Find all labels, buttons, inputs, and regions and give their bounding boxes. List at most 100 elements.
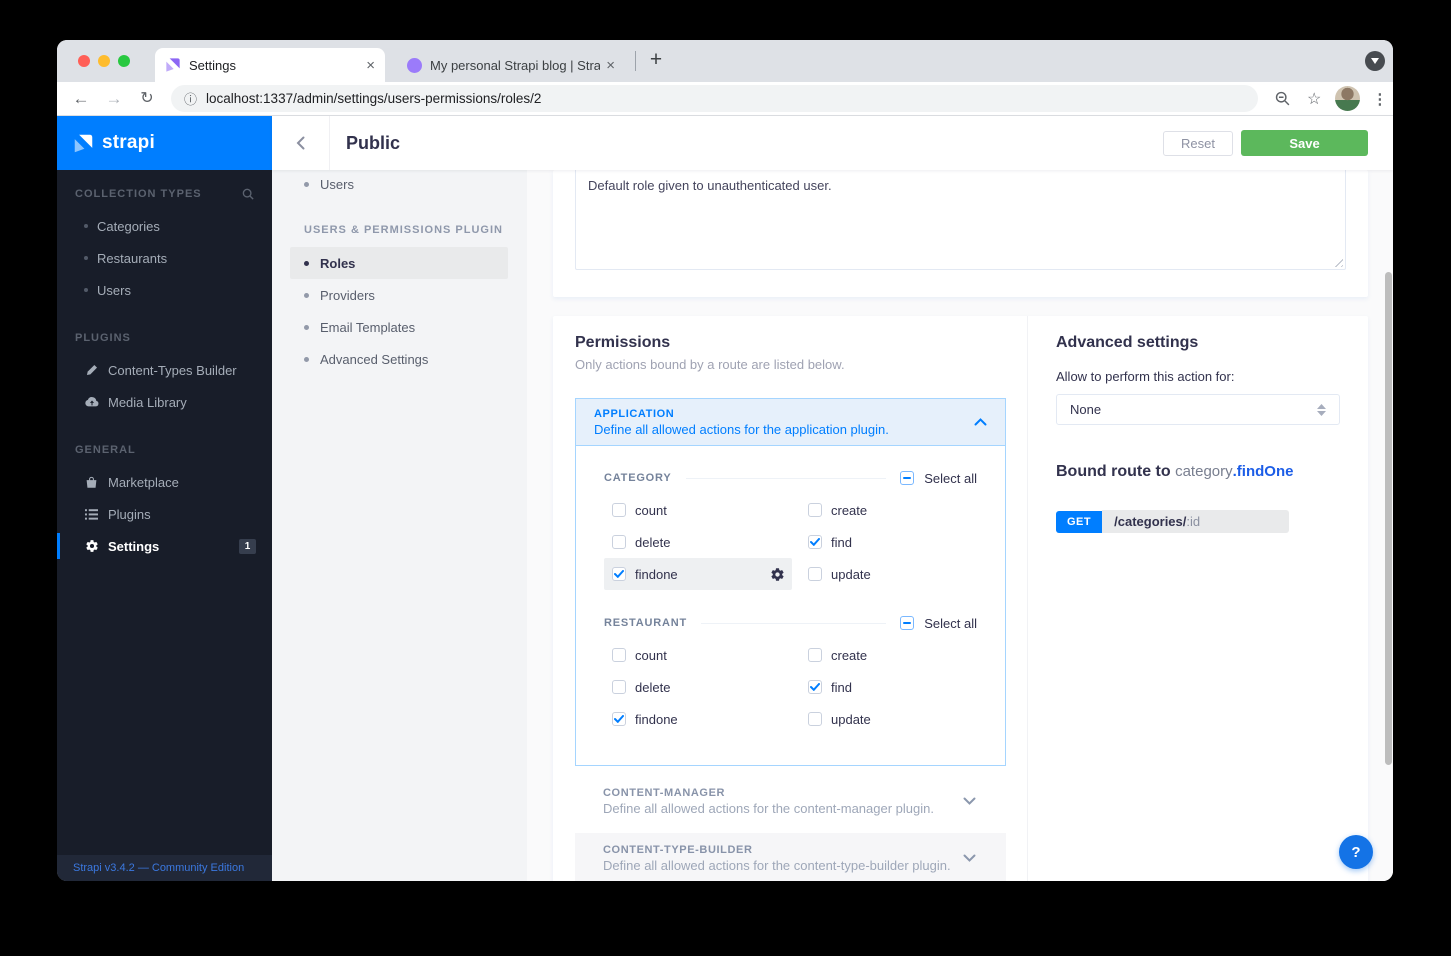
permission-group-category: CATEGORY Select all count create delete … <box>604 471 977 590</box>
back-icon[interactable]: ← <box>69 90 93 107</box>
page-scrollbar[interactable] <box>1385 272 1392 765</box>
reload-icon[interactable]: ↻ <box>135 90 159 107</box>
sidebar-item-media-library[interactable]: Media Library <box>57 386 272 418</box>
divider <box>685 477 887 479</box>
accordion-application-header[interactable]: APPLICATION Define all allowed actions f… <box>575 398 1006 446</box>
bound-route-row: GET /categories/:id <box>1056 510 1340 533</box>
back-button[interactable] <box>272 116 330 170</box>
section-general: GENERAL <box>75 444 136 456</box>
section-collection-types: COLLECTION TYPES <box>57 184 272 204</box>
checkbox[interactable] <box>808 712 822 726</box>
sidebar-item-content-types-builder[interactable]: Content-Types Builder <box>57 354 272 386</box>
accordion-content-type-builder[interactable]: CONTENT-TYPE-BUILDER Define all allowed … <box>575 833 1006 881</box>
address-bar[interactable]: ⓘ localhost:1337/admin/settings/users-pe… <box>171 85 1258 112</box>
save-button[interactable]: Save <box>1241 130 1368 156</box>
accordion-description: Define all allowed actions for the appli… <box>594 421 889 437</box>
tab-separator <box>635 51 636 71</box>
subnav-item-users[interactable]: Users <box>290 170 508 198</box>
advanced-settings-pane: Advanced settings Allow to perform this … <box>1028 316 1368 881</box>
permission-find: find <box>800 671 977 703</box>
basket-icon <box>84 476 99 489</box>
allow-action-label: Allow to perform this action for: <box>1056 369 1235 384</box>
brand-name: strapi <box>102 132 155 153</box>
tab-title: Settings <box>189 57 236 73</box>
accordion-description: Define all allowed actions for the conte… <box>603 857 951 873</box>
role-description-textarea[interactable]: Default role given to unauthenticated us… <box>575 170 1346 270</box>
bound-route-heading: Bound route to category.findOne <box>1056 463 1294 480</box>
group-name: RESTAURANT <box>604 617 687 629</box>
strapi-version-link[interactable]: Strapi v3.4.2 — Community Edition <box>57 855 272 881</box>
permission-create: create <box>800 494 977 526</box>
close-window-button[interactable] <box>78 55 90 67</box>
select-all-checkbox[interactable] <box>900 471 915 485</box>
chevron-down-icon <box>963 854 976 862</box>
checkbox[interactable] <box>808 535 822 549</box>
accordion-content-manager[interactable]: CONTENT-MANAGER Define all allowed actio… <box>575 776 1006 826</box>
permission-group-restaurant: RESTAURANT Select all count create delet… <box>604 616 977 735</box>
checkbox[interactable] <box>612 648 626 662</box>
select-stepper-icon <box>1317 403 1326 416</box>
forward-icon[interactable]: → <box>102 90 126 107</box>
permission-find: find <box>800 526 977 558</box>
checkbox[interactable] <box>612 712 626 726</box>
sidebar-item-categories[interactable]: Categories <box>57 210 272 242</box>
accordion-application-body: CATEGORY Select all count create delete … <box>575 446 1006 766</box>
new-tab-button[interactable]: + <box>642 46 670 74</box>
select-all-label[interactable]: Select all <box>924 471 977 486</box>
subnav-item-email-templates[interactable]: Email Templates <box>290 311 508 343</box>
subnav-item-roles[interactable]: Roles <box>290 247 508 279</box>
checkbox[interactable] <box>808 503 822 517</box>
bullet-icon <box>304 181 309 187</box>
checkbox[interactable] <box>808 680 822 694</box>
help-button[interactable]: ? <box>1339 835 1373 869</box>
permission-count: count <box>604 639 792 671</box>
bullet-icon <box>304 292 309 298</box>
permissions-subtitle: Only actions bound by a route are listed… <box>575 357 845 372</box>
subnav-item-advanced-settings[interactable]: Advanced Settings <box>290 343 508 375</box>
checkbox[interactable] <box>612 535 626 549</box>
gear-icon <box>84 539 99 553</box>
list-icon <box>84 508 99 520</box>
tab-settings[interactable]: Settings × <box>155 48 385 82</box>
divider <box>700 622 887 624</box>
accordion-application: APPLICATION Define all allowed actions f… <box>575 398 1006 766</box>
search-icon[interactable] <box>242 188 254 200</box>
http-verb-badge: GET <box>1056 510 1103 533</box>
close-tab-icon[interactable]: × <box>606 58 615 73</box>
sidebar-item-settings[interactable]: Settings 1 <box>57 530 272 562</box>
checkbox[interactable] <box>808 648 822 662</box>
accordion-name: CONTENT-TYPE-BUILDER <box>603 843 753 856</box>
settings-subnav: Users USERS & PERMISSIONS PLUGIN Roles P… <box>272 170 527 881</box>
zoom-out-icon[interactable] <box>1274 90 1291 107</box>
checkbox[interactable] <box>612 567 626 581</box>
strapi-brand[interactable]: strapi <box>57 116 272 170</box>
minimize-window-button[interactable] <box>98 55 110 67</box>
checkbox[interactable] <box>808 567 822 581</box>
browser-menu-icon[interactable]: ⋮ <box>1372 90 1387 108</box>
sidebar-item-restaurants[interactable]: Restaurants <box>57 242 272 274</box>
sidebar-item-users[interactable]: Users <box>57 274 272 306</box>
allow-action-select[interactable]: None <box>1056 394 1340 425</box>
subnav-item-providers[interactable]: Providers <box>290 279 508 311</box>
app-content: strapi COLLECTION TYPES Categories Resta… <box>57 116 1393 881</box>
close-tab-icon[interactable]: × <box>366 58 375 73</box>
select-all-label[interactable]: Select all <box>924 616 977 631</box>
permission-settings-gear-icon[interactable] <box>770 567 785 582</box>
tab-blog[interactable]: My personal Strapi blog | Strap × <box>397 48 625 82</box>
bound-route-action: .findOne <box>1232 463 1294 480</box>
zoom-window-button[interactable] <box>118 55 130 67</box>
traffic-lights <box>78 55 130 67</box>
checkbox[interactable] <box>612 680 626 694</box>
bullet-icon <box>304 356 309 362</box>
site-info-icon[interactable]: ⓘ <box>184 89 197 108</box>
select-all-checkbox[interactable] <box>900 616 915 630</box>
reset-button[interactable]: Reset <box>1163 130 1233 156</box>
bookmark-star-icon[interactable]: ☆ <box>1307 89 1321 109</box>
tab-search-button[interactable] <box>1365 51 1385 71</box>
checkbox[interactable] <box>612 503 626 517</box>
browser-window: Settings × My personal Strapi blog | Str… <box>57 40 1393 881</box>
profile-avatar[interactable] <box>1335 86 1361 111</box>
page-header: Public Reset Save <box>272 116 1393 170</box>
sidebar-item-plugins[interactable]: Plugins <box>57 498 272 530</box>
sidebar-item-marketplace[interactable]: Marketplace <box>57 466 272 498</box>
